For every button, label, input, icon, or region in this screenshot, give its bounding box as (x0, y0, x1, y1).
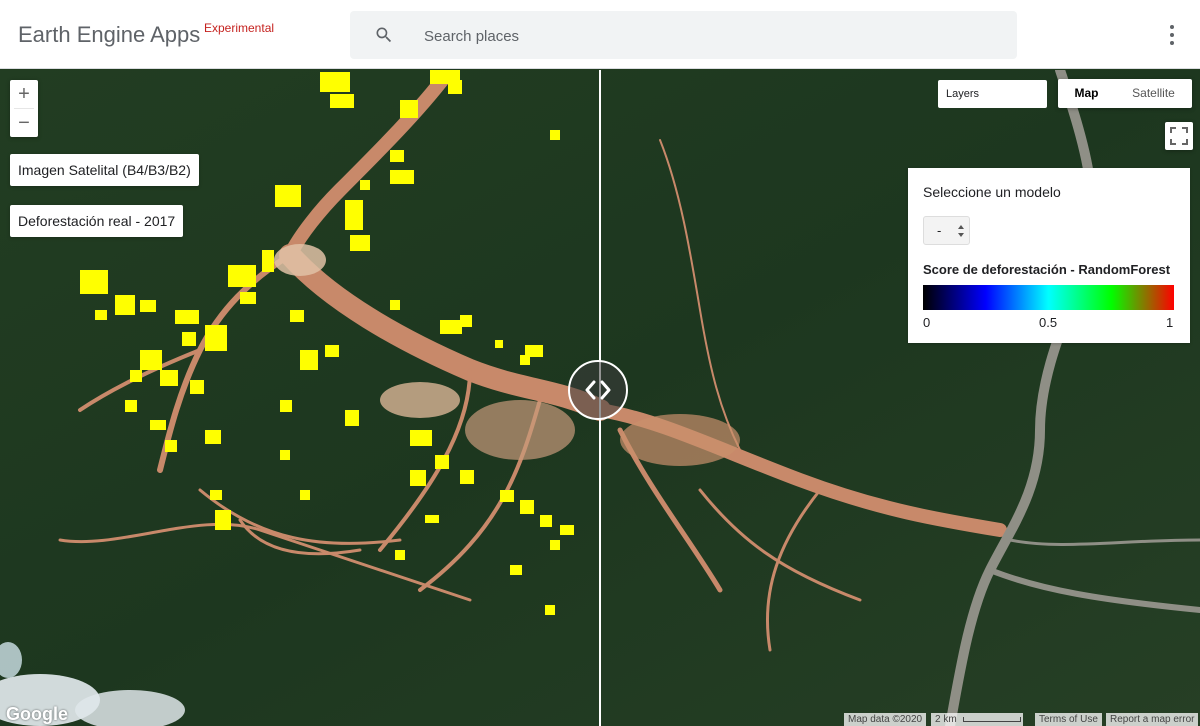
map-type-control: Map Satellite (1058, 79, 1192, 108)
layers-dropdown[interactable]: Layers (938, 80, 1047, 108)
report-map-error-link[interactable]: Report a map error (1106, 713, 1199, 726)
legend-min: 0 (923, 315, 931, 330)
zoom-in-button[interactable]: + (10, 80, 38, 108)
scale-label: 2 km (935, 714, 957, 725)
map-data-attribution: Map data ©2020 (844, 713, 927, 726)
map-canvas[interactable]: + − Imagen Satelital (B4/B3/B2) Deforest… (0, 70, 1200, 726)
layer-button-deforestation[interactable]: Deforestación real - 2017 (10, 205, 184, 237)
swipe-handle[interactable] (568, 360, 628, 420)
model-select-value: - (937, 223, 942, 238)
legend-max: 1 (1166, 315, 1174, 330)
panel-title: Seleccione un modelo (923, 184, 1061, 200)
legend-mid: 0.5 (1039, 315, 1058, 330)
model-select[interactable]: - (923, 216, 970, 245)
scale-line (963, 716, 1022, 722)
scale-bar[interactable]: 2 km (931, 713, 1023, 726)
map-type-satellite-button[interactable]: Satellite (1115, 79, 1192, 108)
fullscreen-icon (1170, 127, 1188, 145)
google-logo: Google (6, 704, 68, 724)
experimental-badge: Experimental (204, 21, 275, 35)
zoom-control: + − (10, 80, 38, 137)
layer-button-imagery[interactable]: Imagen Satelital (B4/B3/B2) (10, 154, 199, 186)
legend-title: Score de deforestación - RandomForest (923, 262, 1171, 277)
model-panel: Seleccione un modelo - Score de deforest… (908, 168, 1190, 343)
fullscreen-button[interactable] (1165, 122, 1193, 150)
app-title[interactable]: Earth Engine Apps (18, 22, 200, 48)
map-type-map-button[interactable]: Map (1058, 79, 1115, 108)
chevron-left-right-icon (585, 380, 611, 400)
legend-color-bar (923, 285, 1174, 310)
search-input[interactable] (422, 11, 986, 61)
terms-of-use-link[interactable]: Terms of Use (1035, 713, 1102, 726)
app-header: Earth Engine Apps Experimental (0, 0, 1200, 69)
search-icon[interactable] (374, 25, 394, 45)
zoom-out-button[interactable]: − (10, 109, 38, 137)
select-arrows-icon (958, 225, 964, 237)
more-vert-icon[interactable] (1162, 22, 1182, 48)
search-bar[interactable] (350, 11, 1017, 61)
